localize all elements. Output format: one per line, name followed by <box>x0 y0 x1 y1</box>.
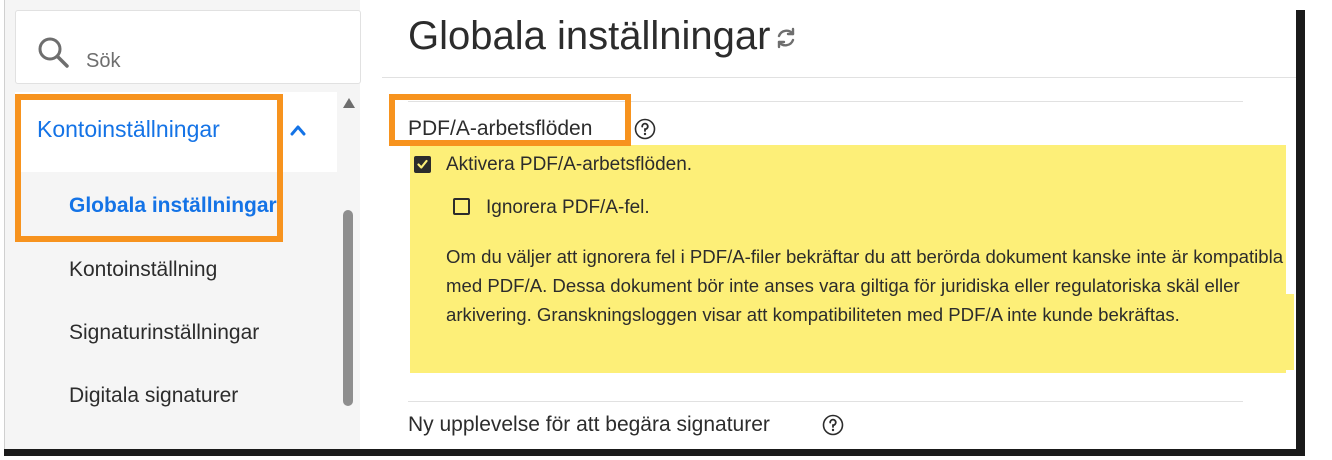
checkmark-icon <box>417 159 428 169</box>
scroll-up-arrow-icon[interactable] <box>343 98 355 108</box>
chevron-up-icon[interactable] <box>290 124 306 136</box>
search-placeholder: Sök <box>86 50 121 72</box>
annotation-box-sidebar <box>15 94 283 242</box>
page-title: Globala inställningar <box>408 14 771 58</box>
window-frame-right <box>1296 10 1305 455</box>
main-content: Globala inställningar <box>382 0 1296 449</box>
search-input[interactable]: Sök <box>15 10 361 84</box>
sidebar-item-digital-signatures[interactable]: Digitala signaturer <box>69 384 238 408</box>
title-divider <box>382 77 1296 78</box>
section-divider <box>408 401 1243 402</box>
enable-pdfa-label: Aktivera PDF/A-arbetsflöden. <box>446 154 693 175</box>
search-icon <box>38 37 69 68</box>
window-frame-bottom <box>4 449 1305 456</box>
annotation-box-pdfa-heading <box>389 94 631 146</box>
pdfa-description: Om du väljer att ignorera fel i PDF/A-fi… <box>446 246 1284 325</box>
help-icon[interactable] <box>634 118 656 140</box>
help-icon[interactable] <box>822 414 844 436</box>
sidebar-scrollbar[interactable] <box>338 92 360 450</box>
refresh-icon[interactable] <box>774 26 798 50</box>
sidebar-item-account-setting[interactable]: Kontoinställning <box>69 258 217 282</box>
ignore-pdfa-errors-label: Ignorera PDF/A-fel. <box>486 197 650 218</box>
scrollbar-thumb[interactable] <box>343 210 353 406</box>
enable-pdfa-checkbox[interactable] <box>414 156 431 173</box>
sidebar-item-signature-settings[interactable]: Signaturinställningar <box>69 321 259 345</box>
new-signature-experience-label: Ny upplevelse för att begära signaturer <box>408 413 770 436</box>
ignore-pdfa-errors-checkbox[interactable] <box>453 198 470 215</box>
